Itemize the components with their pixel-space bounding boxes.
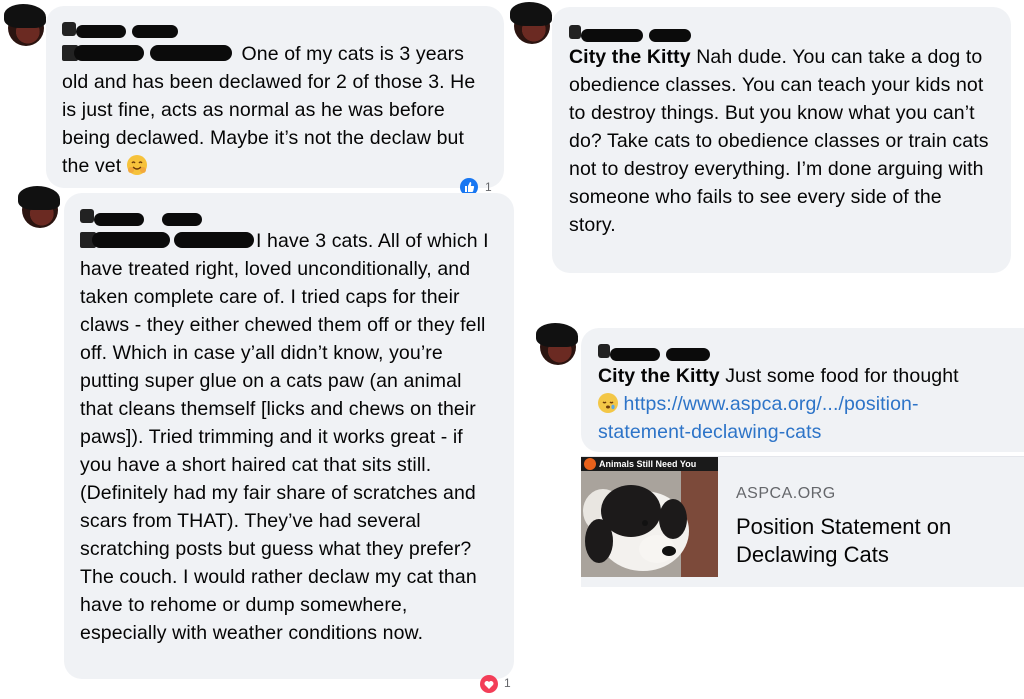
comment-text: City the Kitty Just some food for though… <box>598 365 959 443</box>
comment-text: City the Kitty Nah dude. You can take a … <box>569 46 989 236</box>
puppy-photo <box>581 471 718 577</box>
comment-bubble: One of my cats is 3 years old and has be… <box>46 6 504 188</box>
reply-mention[interactable] <box>80 230 256 250</box>
reaction-count: 1 <box>504 676 511 690</box>
preview-title[interactable]: Position Statement on Declawing Cats <box>736 513 1006 569</box>
comment-bubble: I have 3 cats. All of which I have treat… <box>64 193 514 679</box>
love-icon[interactable] <box>480 675 498 693</box>
commenter-avatar[interactable] <box>536 323 578 365</box>
comment-bubble: City the Kitty Just some food for though… <box>581 328 1024 452</box>
preview-domain: ASPCA.ORG <box>736 485 836 502</box>
commenter-avatar[interactable] <box>4 4 46 46</box>
reply-mention[interactable]: City the Kitty <box>598 365 720 387</box>
commenter-name[interactable] <box>598 340 1007 362</box>
hugging-face-icon <box>126 155 147 175</box>
comment-text: One of my cats is 3 years old and has be… <box>62 43 476 177</box>
comment-text: I have 3 cats. All of which I have treat… <box>80 230 489 644</box>
reply-mention[interactable] <box>62 43 236 63</box>
link-preview-card[interactable]: Animals Still Need You ASPCA.ORG Positio… <box>581 456 1024 587</box>
comment-bubble: City the Kitty Nah dude. You can take a … <box>552 7 1011 273</box>
reaction-count: 1 <box>485 180 492 194</box>
preview-thumbnail[interactable]: Animals Still Need You <box>581 457 718 577</box>
aspca-badge-icon <box>584 458 596 470</box>
commenter-name[interactable] <box>569 21 994 43</box>
sleepy-face-icon <box>598 393 618 413</box>
commenter-avatar[interactable] <box>510 2 552 44</box>
commenter-avatar[interactable] <box>18 186 60 228</box>
commenter-name[interactable] <box>62 18 488 40</box>
reply-mention[interactable]: City the Kitty <box>569 46 691 68</box>
commenter-name[interactable] <box>80 205 498 227</box>
thumbnail-banner: Animals Still Need You <box>581 457 718 471</box>
article-link[interactable]: https://www.aspca.org/.../position-state… <box>598 393 919 443</box>
